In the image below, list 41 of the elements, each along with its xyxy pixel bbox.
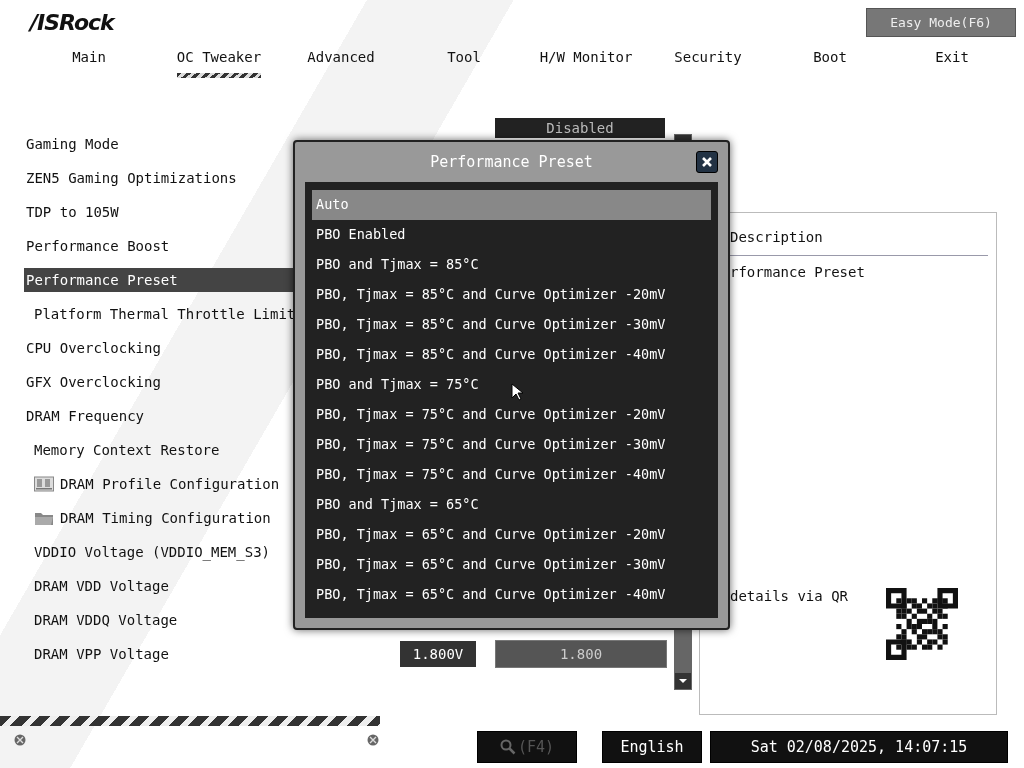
menu-tab[interactable]: Advanced — [307, 44, 375, 78]
close-icon — [701, 156, 713, 168]
option-item[interactable]: PBO, Tjmax = 85°C and Curve Optimizer -40mV — [312, 340, 711, 370]
brand-logo: /ISRock — [30, 10, 114, 35]
option-item[interactable]: PBO Enabled — [312, 220, 711, 250]
option-item[interactable]: PBO and Tjmax = 65°C — [312, 490, 711, 520]
value-field[interactable]: Disabled — [495, 118, 665, 138]
option-item[interactable]: PBO, Tjmax = 85°C and Curve Optimizer -30mV — [312, 310, 711, 340]
close-button[interactable] — [696, 151, 718, 173]
option-item[interactable]: Auto — [312, 190, 711, 220]
description-text: rformance Preset — [730, 263, 866, 282]
qr-hint-text: details via QR — [730, 588, 848, 604]
scroll-down-icon[interactable] — [675, 673, 691, 689]
menu-tab[interactable]: Exit — [935, 44, 969, 78]
mouse-cursor-icon — [511, 383, 523, 401]
option-item[interactable]: PBO, Tjmax = 75°C and Curve Optimizer -20mV — [312, 400, 711, 430]
voltage-input-field[interactable]: 1.800 — [495, 640, 667, 668]
date-time: Sat 02/08/2025, 14:07:15 — [710, 731, 1008, 763]
setting-item[interactable]: DRAM VPP Voltage — [24, 642, 394, 666]
memory-module-icon — [34, 476, 54, 492]
search-icon — [499, 739, 516, 755]
option-item[interactable]: PBO, Tjmax = 65°C and Curve Optimizer -30mV — [312, 550, 711, 580]
screw-icon — [367, 734, 379, 746]
option-item[interactable]: PBO, Tjmax = 75°C and Curve Optimizer -40mV — [312, 460, 711, 490]
easy-mode-button[interactable]: Easy Mode(F6) — [866, 8, 1016, 37]
screw-icon — [14, 734, 26, 746]
option-item[interactable]: PBO, Tjmax = 75°C and Curve Optimizer -30mV — [312, 430, 711, 460]
menu-tab[interactable]: Tool — [447, 44, 481, 78]
menu-tab[interactable]: H/W Monitor — [539, 44, 633, 78]
menu-tab[interactable]: Boot — [813, 44, 847, 78]
dialog-title: Performance Preset — [429, 153, 594, 171]
folder-icon — [34, 510, 54, 526]
menu-tab[interactable]: Security — [674, 44, 742, 78]
menu-tab[interactable]: Main — [72, 44, 106, 78]
voltage-reading: 1.800V — [400, 641, 476, 667]
option-item[interactable]: PBO, Tjmax = 65°C and Curve Optimizer -40mV — [312, 580, 711, 610]
language-button[interactable]: English — [602, 731, 702, 763]
option-item[interactable]: PBO and Tjmax = 75°C — [312, 370, 711, 400]
option-item[interactable]: PBO, Tjmax = 65°C and Curve Optimizer -20mV — [312, 520, 711, 550]
qr-code-icon — [886, 588, 958, 660]
menu-tab[interactable]: OC Tweaker — [176, 44, 262, 78]
